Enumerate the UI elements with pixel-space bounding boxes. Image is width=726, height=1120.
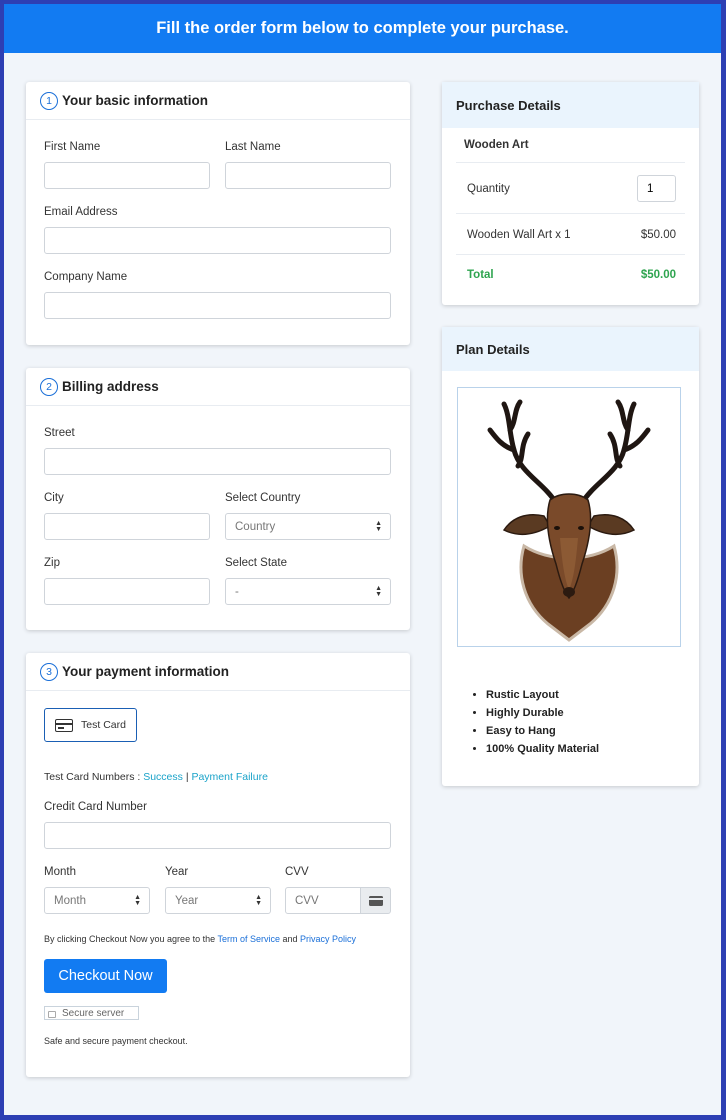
purchase-details-header: Purchase Details	[442, 82, 699, 128]
lock-icon	[48, 1010, 56, 1018]
plan-details-header: Plan Details	[442, 327, 699, 371]
cvv-input[interactable]	[285, 887, 361, 914]
step-badge: 2	[40, 377, 58, 396]
plan-details-card: Plan Details • Rustic Layout • Highly Du…	[442, 327, 699, 786]
card-back-icon	[368, 895, 383, 906]
card-number-input[interactable]	[44, 822, 391, 849]
country-select-value: Country	[235, 520, 276, 533]
card-number-label: Credit Card Number	[44, 801, 147, 813]
zip-input[interactable]	[44, 578, 210, 605]
feature-item: Rustic Layout	[486, 689, 599, 701]
test-card-button[interactable]: Test Card	[44, 708, 137, 742]
country-select[interactable]: Country ▲ ▼	[225, 513, 391, 540]
section-title: Your payment information	[62, 664, 230, 679]
select-arrows-icon: ▲ ▼	[134, 894, 141, 907]
checkout-button[interactable]: Checkout Now	[44, 959, 167, 993]
test-numbers-label: Test Card Numbers :	[44, 771, 141, 783]
agreement-text: By clicking Checkout Now you agree to th…	[44, 934, 396, 944]
section-title: Billing address	[62, 379, 159, 394]
city-label: City	[44, 492, 64, 504]
feature-item: 100% Quality Material	[486, 743, 599, 755]
step-badge: 3	[40, 662, 58, 681]
step-badge: 1	[40, 91, 58, 110]
safe-checkout-text: Safe and secure payment checkout.	[44, 1036, 188, 1046]
line-item-row: Wooden Wall Art x 1 $50.00	[456, 215, 685, 255]
payment-header: 3 Your payment information	[26, 653, 410, 691]
secure-server-badge: Secure server	[44, 1006, 139, 1020]
cvv-addon	[360, 887, 391, 914]
feature-item: Easy to Hang	[486, 725, 599, 737]
billing-header: 2 Billing address	[26, 368, 410, 406]
select-arrows-icon: ▲ ▼	[255, 894, 262, 907]
section-title: Your basic information	[62, 93, 209, 108]
quantity-row: Quantity	[456, 164, 685, 214]
purchase-details-title: Purchase Details	[456, 97, 561, 113]
last-name-input[interactable]	[225, 162, 391, 189]
month-select[interactable]: Month ▲ ▼	[44, 887, 150, 914]
page-frame: Fill the order form below to complete yo…	[4, 4, 721, 1115]
plan-details-title: Plan Details	[456, 341, 530, 357]
total-value: $50.00	[640, 269, 676, 281]
test-card-label: Test Card	[81, 719, 126, 731]
state-label: Select State	[225, 557, 288, 569]
company-label: Company Name	[44, 271, 128, 283]
total-label: Total	[467, 269, 494, 281]
first-name-input[interactable]	[44, 162, 210, 189]
basic-info-header: 1 Your basic information	[26, 82, 410, 120]
payment-failure-link[interactable]: Payment Failure	[191, 771, 267, 783]
header-title: Fill the order form below to complete yo…	[156, 19, 569, 37]
quantity-label: Quantity	[467, 182, 510, 195]
line-item-label: Wooden Wall Art x 1	[467, 228, 571, 241]
success-link[interactable]: Success	[143, 771, 183, 783]
company-input[interactable]	[44, 292, 391, 319]
total-row: Total $50.00	[456, 256, 685, 294]
email-label: Email Address	[44, 206, 118, 218]
select-arrows-icon: ▲ ▼	[375, 585, 382, 598]
street-input[interactable]	[44, 448, 391, 475]
test-card-numbers: Test Card Numbers : Success | Payment Fa…	[44, 771, 396, 783]
billing-card: 2 Billing address Street City Select Cou…	[26, 368, 410, 630]
secure-server-label: Secure server	[62, 1007, 125, 1019]
agree-and: and	[282, 934, 298, 944]
line-item-price: $50.00	[640, 228, 676, 241]
product-label: Wooden Art	[464, 139, 529, 151]
deer-head-image	[487, 399, 651, 642]
basic-info-card: 1 Your basic information First Name Last…	[26, 82, 410, 345]
zip-label: Zip	[44, 557, 60, 569]
month-label: Month	[44, 866, 76, 878]
country-label: Select Country	[225, 492, 301, 504]
street-label: Street	[44, 427, 75, 439]
payment-card: 3 Your payment information Test Card Tes…	[26, 653, 410, 1077]
year-select-value: Year	[175, 894, 199, 907]
header-banner: Fill the order form below to complete yo…	[4, 4, 721, 53]
feature-list: Rustic Layout Highly Durable Easy to Han…	[486, 689, 599, 761]
product-name: Wooden Art	[456, 128, 685, 163]
city-input[interactable]	[44, 513, 210, 540]
state-select[interactable]: - ▲ ▼	[225, 578, 391, 605]
product-image	[457, 387, 681, 647]
link-separator: |	[185, 771, 189, 783]
credit-card-icon	[55, 718, 74, 732]
privacy-link[interactable]: Privacy Policy	[300, 934, 356, 944]
month-select-value: Month	[54, 894, 86, 907]
email-input[interactable]	[44, 227, 391, 254]
agree-prefix: By clicking Checkout Now you agree to th…	[44, 934, 216, 944]
quantity-input[interactable]	[637, 175, 676, 202]
year-label: Year	[165, 866, 189, 878]
last-name-label: Last Name	[225, 141, 281, 153]
cvv-label: CVV	[285, 866, 309, 878]
select-arrows-icon: ▲ ▼	[375, 520, 382, 533]
feature-item: Highly Durable	[486, 707, 599, 719]
state-select-value: -	[235, 585, 239, 598]
first-name-label: First Name	[44, 141, 101, 153]
terms-link[interactable]: Term of Service	[217, 934, 280, 944]
purchase-details-card: Purchase Details Wooden Art Quantity Woo…	[442, 82, 699, 305]
year-select[interactable]: Year ▲ ▼	[165, 887, 271, 914]
